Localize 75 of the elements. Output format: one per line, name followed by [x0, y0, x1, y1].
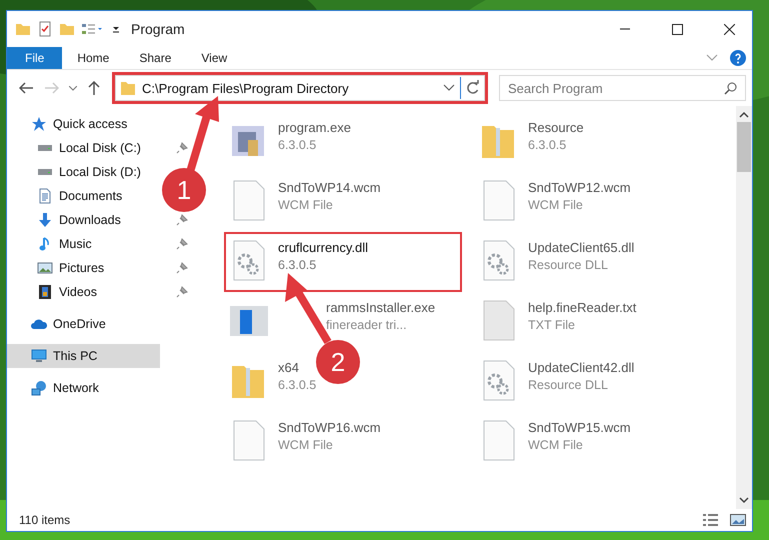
sidebar-item[interactable]: OneDrive: [7, 312, 160, 336]
file-name[interactable]: UpdateClient65.dll: [528, 240, 634, 255]
sidebar-item[interactable]: Quick access: [7, 112, 160, 136]
chevron-down-icon: [69, 86, 77, 90]
network-icon: [31, 380, 47, 396]
file-name[interactable]: rammsInstaller.exe: [326, 300, 436, 315]
file-detail: 6.3.0.5: [528, 138, 568, 152]
file-name[interactable]: UpdateClient42.dll: [528, 360, 634, 375]
film-icon: [37, 284, 53, 300]
sidebar-item[interactable]: Pictures: [7, 256, 160, 280]
file-detail: WCM File: [528, 198, 584, 212]
help-icon[interactable]: [730, 50, 746, 66]
view-options-icon[interactable]: [81, 21, 105, 37]
pictures-icon: [37, 260, 53, 276]
properties-icon[interactable]: [37, 21, 53, 37]
address-bar[interactable]: C:\Program Files\Program Directory: [115, 75, 485, 101]
document-icon: [37, 188, 53, 204]
sidebar-item[interactable]: Music: [7, 232, 160, 256]
sidebar-item[interactable]: Documents: [7, 184, 160, 208]
chevron-up-icon[interactable]: [739, 110, 749, 120]
close-icon: [724, 24, 734, 34]
sidebar-item[interactable]: Videos: [7, 280, 160, 304]
sidebar-item[interactable]: Local Disk (C:): [7, 136, 160, 160]
file-detail: TXT File: [528, 318, 576, 332]
file-detail: 6.3.0.5: [278, 378, 316, 392]
file-detail: finereader tri...: [326, 318, 408, 332]
file-name[interactable]: SndToWP15.wcm: [528, 420, 631, 435]
file-detail: Resource DLL: [528, 258, 609, 272]
item-count: 110 items: [19, 513, 72, 527]
download-icon: [37, 212, 53, 228]
minimize-icon: [620, 28, 630, 30]
file-item[interactable]: cruflcurrency.dll 6.3.0.5: [224, 232, 462, 292]
file-name[interactable]: SndToWP12.wcm: [528, 180, 631, 195]
file-detail: WCM File: [528, 438, 584, 452]
pin-icon[interactable]: [176, 214, 188, 226]
file-name[interactable]: SndToWP14.wcm: [278, 180, 381, 195]
maximize-icon: [672, 24, 682, 34]
file-detail: 6.3.0.5: [278, 138, 318, 152]
pin-icon[interactable]: [176, 238, 188, 250]
file-name[interactable]: Resource: [528, 120, 584, 135]
monitor-icon: [31, 348, 47, 364]
scroll-thumb[interactable]: [737, 122, 751, 172]
arrow-left-icon: [19, 82, 33, 94]
star-icon: [31, 116, 47, 132]
sidebar-item[interactable]: Downloads: [7, 208, 160, 232]
chevron-down-icon[interactable]: [739, 495, 749, 505]
pin-icon[interactable]: [176, 286, 188, 298]
drive-icon: [37, 168, 53, 176]
search-field[interactable]: Search Program: [499, 75, 746, 101]
file-detail: WCM File: [278, 438, 334, 452]
ribbon-tab[interactable]: File: [7, 47, 62, 69]
scrollbar[interactable]: [736, 106, 752, 509]
arrow-up-icon: [88, 81, 100, 95]
file-detail: 6.3.0.5: [278, 258, 318, 272]
pin-icon[interactable]: [176, 262, 188, 274]
file-detail: WCM File: [278, 198, 334, 212]
file-name[interactable]: cruflcurrency.dll: [278, 240, 368, 255]
arrow-right-icon: [45, 82, 59, 94]
file-detail: Resource DLL: [528, 378, 609, 392]
sidebar-item[interactable]: This PC: [7, 344, 160, 368]
pin-icon[interactable]: [176, 142, 188, 154]
sidebar-item[interactable]: Local Disk (D:): [7, 160, 160, 184]
file-name[interactable]: help.fineReader.txt: [528, 300, 636, 315]
step-badge: 1: [162, 168, 206, 212]
window-title: Program: [131, 21, 186, 37]
file-name[interactable]: x64: [278, 360, 316, 375]
tiles-view-icon[interactable]: [730, 513, 746, 527]
step-badge: 2: [316, 340, 360, 384]
search-icon: [724, 81, 738, 95]
refresh-icon[interactable]: [465, 80, 481, 96]
file-name[interactable]: SndToWP16.wcm: [278, 420, 381, 435]
sidebar-item[interactable]: Network: [7, 376, 160, 400]
drive-icon: [37, 144, 53, 152]
file-name[interactable]: program.exe: [278, 120, 351, 135]
details-view-icon[interactable]: [702, 513, 720, 527]
